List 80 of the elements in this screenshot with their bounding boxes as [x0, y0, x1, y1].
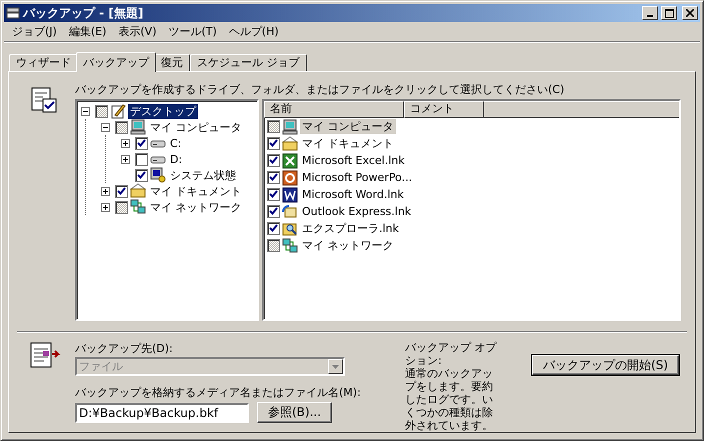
tab[interactable]: スケジュール ジョブ	[190, 54, 306, 71]
menu-item[interactable]: 編集(E)	[62, 23, 112, 40]
window-title: バックアップ - [無題]	[23, 4, 144, 22]
menu-item[interactable]: ヘルプ(H)	[222, 23, 285, 40]
plus-icon	[122, 156, 129, 162]
folder-icon	[130, 183, 146, 199]
computer-icon	[282, 118, 298, 134]
menu-item[interactable]: ジョブ(J)	[6, 23, 63, 40]
file-name[interactable]: マイ ドキュメント	[300, 136, 396, 151]
spreadsheet-icon	[282, 152, 298, 168]
column-header[interactable]: コメント	[404, 101, 484, 118]
instruction-text: バックアップを作成するドライブ、フォルダ、またはファイルをクリックして選択してください(C)	[75, 82, 566, 97]
checkbox[interactable]	[267, 171, 280, 184]
expand-toggle[interactable]	[121, 154, 130, 164]
file-name[interactable]: Outlook Express.lnk	[300, 205, 414, 218]
checkbox[interactable]	[135, 152, 148, 166]
network-icon	[282, 238, 298, 254]
mail-icon	[282, 204, 298, 220]
tree-item[interactable]: D:	[168, 152, 184, 166]
checkbox[interactable]	[267, 205, 280, 218]
checkbox[interactable]	[95, 104, 108, 118]
file-name[interactable]: Microsoft Excel.lnk	[300, 154, 407, 167]
close-button[interactable]	[682, 6, 698, 20]
expand-toggle[interactable]	[121, 138, 130, 148]
tree-item[interactable]: マイ コンピュータ	[148, 120, 244, 134]
file-name[interactable]: Microsoft PowerPo...	[300, 171, 414, 184]
collapse-toggle[interactable]	[101, 122, 110, 132]
expand-toggle[interactable]	[101, 186, 110, 196]
menu-item[interactable]: ツール(T)	[162, 23, 223, 40]
checkbox[interactable]	[115, 120, 128, 134]
magnifier-icon	[282, 220, 298, 236]
plus-icon	[122, 140, 129, 146]
caret-icon	[332, 364, 339, 368]
presentation-icon	[282, 170, 298, 186]
options-description: 通常のバックアップをします。要約したログです。いくつかの種類は除外されています。	[405, 367, 494, 432]
file-name[interactable]: マイ ネットワーク	[300, 238, 396, 253]
media-label: バックアップを格納するメディア名またはファイル名(M):	[75, 385, 361, 400]
tab[interactable]: バックアップ	[76, 52, 156, 72]
plus-icon	[102, 188, 109, 194]
checkbox[interactable]	[135, 136, 148, 150]
expand-toggle[interactable]	[101, 202, 110, 212]
app-icon	[6, 6, 20, 20]
options-title: バックアップ オプション:	[405, 341, 498, 367]
destination-label: バックアップ先(D):	[75, 341, 174, 356]
checkbox[interactable]	[267, 154, 280, 167]
file-name[interactable]: エクスプローラ.lnk	[300, 221, 401, 236]
tree-item[interactable]: マイ ドキュメント	[148, 184, 244, 198]
tree-item[interactable]: マイ ネットワーク	[148, 200, 244, 214]
menu-item[interactable]: 表示(V)	[112, 23, 162, 40]
network-icon	[130, 199, 146, 215]
plus-icon	[102, 204, 109, 210]
collapse-toggle[interactable]	[81, 106, 90, 116]
computer-icon	[130, 119, 146, 135]
tab[interactable]: 復元	[154, 54, 190, 71]
minimize-button[interactable]	[642, 6, 658, 20]
browse-button[interactable]: 参照(B)...	[257, 402, 332, 423]
checkbox[interactable]	[267, 137, 280, 150]
document-icon	[282, 186, 298, 202]
checkbox[interactable]	[115, 200, 128, 214]
tab[interactable]: ウィザード	[9, 54, 78, 71]
tree-item[interactable]: システム状態	[168, 168, 238, 182]
checkbox[interactable]	[135, 168, 148, 182]
checkbox[interactable]	[115, 184, 128, 198]
folder-icon	[282, 136, 298, 152]
start-backup-button[interactable]: バックアップの開始(S)	[532, 355, 679, 375]
close-icon	[686, 9, 694, 17]
file-name[interactable]: マイ コンピュータ	[300, 119, 396, 134]
maximize-icon	[664, 8, 674, 18]
system-icon	[150, 167, 166, 183]
desktop-icon	[110, 103, 126, 119]
maximize-button[interactable]	[661, 6, 677, 20]
column-header[interactable]: 名前	[264, 101, 404, 118]
checkbox[interactable]	[267, 188, 280, 201]
tree-item[interactable]: C:	[168, 136, 184, 150]
media-path-field[interactable]: D:¥Backup¥Backup.bkf	[75, 402, 249, 422]
checkbox[interactable]	[267, 120, 280, 133]
checkbox[interactable]	[267, 222, 280, 235]
checkbox[interactable]	[267, 239, 280, 252]
tree-item[interactable]: デスクトップ	[128, 104, 198, 118]
file-name[interactable]: Microsoft Word.lnk	[300, 188, 406, 201]
